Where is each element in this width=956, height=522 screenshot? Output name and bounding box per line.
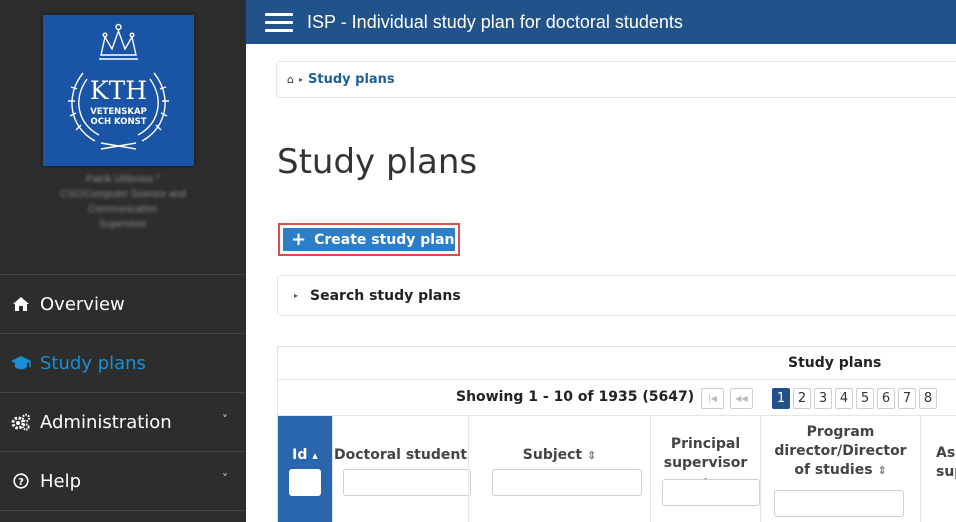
sidebar-nav: Overview Study plans Administration ˅ ? …	[0, 274, 246, 522]
sidebar-item-administration[interactable]: Administration ˅	[0, 392, 246, 451]
doctoral-student-filter-input[interactable]	[343, 469, 471, 496]
sidebar-item-label: Help	[40, 470, 82, 492]
home-icon[interactable]: ⌂	[287, 73, 294, 86]
page-title: Study plans	[277, 142, 478, 182]
column-label-id: Id	[292, 447, 308, 463]
column-header-label: Subject ⇕	[469, 446, 650, 465]
sidebar-divider	[0, 510, 246, 522]
home-icon	[0, 296, 36, 312]
page-button-3[interactable]: 3	[814, 388, 832, 409]
app-root: KTH VETENSKAP OCH KONST Patrik Uhlenius …	[0, 0, 956, 522]
sort-ascending-icon: ▴	[312, 449, 318, 462]
study-plans-table: Study plans Showing 1 - 10 of 1935 (5647…	[277, 346, 956, 522]
subject-filter-input[interactable]	[492, 469, 642, 496]
principal-supervisor-filter-input[interactable]	[662, 479, 760, 506]
breadcrumb-study-plans[interactable]: Study plans	[308, 72, 395, 87]
caret-right-icon: ▸	[294, 291, 299, 300]
column-header-program-director[interactable]: Program director/Director of studies ⇕	[760, 415, 920, 522]
logo-line-2: VETENSKAP	[90, 107, 147, 117]
sidebar-item-label: Administration	[40, 411, 172, 433]
pager-row: Showing 1 - 10 of 1935 (5647) |◀ ◀◀ 1 2 …	[278, 379, 956, 415]
kth-logo-image: KTH VETENSKAP OCH KONST	[43, 15, 194, 166]
column-header-principal-supervisor[interactable]: Principal supervisor ⇕	[650, 415, 760, 522]
user-role: Supervisor	[99, 219, 147, 230]
cogs-icon	[0, 413, 36, 431]
sidebar: KTH VETENSKAP OCH KONST Patrik Uhlenius …	[0, 0, 246, 522]
page-button-2[interactable]: 2	[793, 388, 811, 409]
table-caption: Study plans	[788, 355, 882, 371]
chevron-down-icon: ˅	[222, 472, 228, 486]
column-label-program-director: Program director/Director of studies	[774, 424, 907, 478]
search-panel-label: Search study plans	[310, 287, 461, 304]
column-label-principal-supervisor: Principal supervisor	[663, 436, 748, 471]
id-filter-input[interactable]	[289, 469, 321, 496]
page-button-7[interactable]: 7	[898, 388, 916, 409]
first-page-button[interactable]: |◀	[701, 388, 724, 409]
hamburger-menu-icon[interactable]	[265, 8, 293, 37]
column-header-label: Id ▴	[278, 446, 332, 465]
user-name: Patrik Uhlenius *	[86, 174, 160, 185]
page-button-1[interactable]: 1	[772, 388, 790, 409]
logo-kth-text: KTH	[90, 76, 147, 105]
program-director-filter-input[interactable]	[774, 490, 904, 517]
sort-icon: ⇕	[587, 449, 597, 462]
svg-text:?: ?	[18, 477, 24, 488]
breadcrumb-separator-icon: ▸	[298, 75, 303, 84]
showing-count: Showing 1 - 10 of 1935 (5647)	[456, 389, 695, 405]
search-study-plans-toggle[interactable]: ▸ Search study plans	[277, 275, 956, 316]
question-circle-icon: ?	[0, 473, 36, 489]
prev-page-button[interactable]: ◀◀	[730, 388, 753, 409]
column-label-assistant-supervisor: Ass sup	[936, 445, 956, 480]
top-header: ISP - Individual study plan for doctoral…	[246, 0, 956, 44]
column-header-doctoral-student[interactable]: Doctoral student ⇕	[332, 415, 471, 522]
page-button-8[interactable]: 8	[919, 388, 937, 409]
column-header-label: Program director/Director of studies ⇕	[761, 423, 920, 480]
chevron-down-icon: ˅	[222, 413, 228, 427]
kth-logo[interactable]: KTH VETENSKAP OCH KONST	[43, 15, 194, 166]
create-study-plan-button[interactable]: + Create study plan	[283, 228, 455, 251]
sidebar-item-overview[interactable]: Overview	[0, 274, 246, 333]
sidebar-item-help[interactable]: ? Help ˅	[0, 451, 246, 510]
column-header-id[interactable]: Id ▴	[278, 415, 332, 522]
create-button-label: Create study plan	[314, 231, 455, 248]
sort-icon: ⇕	[877, 464, 887, 477]
column-header-subject[interactable]: Subject ⇕	[468, 415, 650, 522]
column-label-doctoral-student: Doctoral student	[333, 447, 468, 463]
main-content: ⌂ ▸ Study plans Study plans + Create stu…	[246, 44, 956, 522]
graduation-cap-icon	[0, 355, 36, 371]
page-button-4[interactable]: 4	[835, 388, 853, 409]
sidebar-item-label: Overview	[40, 293, 125, 315]
user-info: Patrik Uhlenius * CSC/Computer Science a…	[0, 172, 246, 232]
sidebar-item-study-plans[interactable]: Study plans	[0, 333, 246, 392]
create-button-highlight: + Create study plan	[278, 223, 460, 256]
logo-line-3: OCH KONST	[90, 117, 146, 127]
sidebar-item-label: Study plans	[40, 352, 146, 374]
page-button-6[interactable]: 6	[877, 388, 895, 409]
app-title: ISP - Individual study plan for doctoral…	[307, 11, 683, 32]
column-header-assistant-supervisor[interactable]: Ass sup	[920, 415, 956, 522]
user-department: CSC/Computer Science and	[60, 189, 186, 200]
column-label-subject: Subject	[522, 447, 583, 463]
plus-icon: +	[291, 228, 307, 250]
breadcrumb: ⌂ ▸ Study plans	[276, 61, 956, 98]
page-button-5[interactable]: 5	[856, 388, 874, 409]
user-department-cont: Communication	[88, 204, 158, 215]
